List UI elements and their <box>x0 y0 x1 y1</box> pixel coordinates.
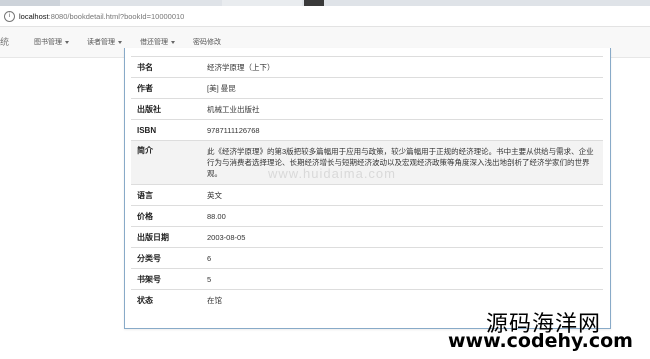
watermark-site-url: www.codehy.com <box>448 330 633 352</box>
nav-label: 借还管理 <box>140 39 168 46</box>
detail-row-author: 作者 [美] 曼昆 <box>131 77 603 99</box>
chevron-down-icon <box>171 40 175 44</box>
detail-row-language: 语言 英文 <box>131 184 603 206</box>
row-value: 5 <box>201 268 603 290</box>
address-bar[interactable]: i localhost:8080/bookdetail.html?bookId=… <box>0 6 650 27</box>
row-value: 英文 <box>201 184 603 206</box>
row-value: [美] 曼昆 <box>201 77 603 99</box>
row-label: 出版日期 <box>131 226 201 248</box>
detail-row-publish-date: 出版日期 2003-08-05 <box>131 226 603 248</box>
url-host: localhost <box>19 11 49 21</box>
nav-change-password[interactable]: 密码修改 <box>193 37 221 47</box>
detail-row-isbn: ISBN 9787111126768 <box>131 119 603 141</box>
nav-label: 读者管理 <box>87 39 115 46</box>
row-value: 6 <box>201 247 603 269</box>
brand-title[interactable]: 统 <box>0 35 9 48</box>
row-label: 状态 <box>131 289 201 311</box>
row-value: 88.00 <box>201 205 603 227</box>
nav-label: 密码修改 <box>193 39 221 46</box>
book-detail-table: 书名 经济学原理（上下） 作者 [美] 曼昆 出版社 机械工业出版社 ISBN … <box>131 56 603 311</box>
nav-label: 图书管理 <box>34 39 62 46</box>
row-value: 此《经济学原理》的第3版把较多篇幅用于应用与政策，较少篇幅用于正规的经济理论。书… <box>201 140 603 185</box>
url-text[interactable]: localhost:8080/bookdetail.html?bookId=10… <box>19 12 184 21</box>
nav-borrow-management[interactable]: 借还管理 <box>140 37 175 47</box>
row-label: ISBN <box>131 119 201 141</box>
detail-row-title: 书名 经济学原理（上下） <box>131 56 603 78</box>
row-label: 价格 <box>131 205 201 227</box>
nav-book-management[interactable]: 图书管理 <box>34 37 69 47</box>
row-label: 出版社 <box>131 98 201 120</box>
row-label: 语言 <box>131 184 201 206</box>
row-label: 书架号 <box>131 268 201 290</box>
detail-row-shelf-number: 书架号 5 <box>131 268 603 290</box>
url-path: :8080/bookdetail.html?bookId=10000010 <box>48 11 185 21</box>
detail-row-publisher: 出版社 机械工业出版社 <box>131 98 603 120</box>
row-value: 2003-08-05 <box>201 226 603 248</box>
watermark-faint: www.huidaima.com <box>268 166 396 181</box>
row-value: 机械工业出版社 <box>201 98 603 120</box>
row-value: 9787111126768 <box>201 119 603 141</box>
detail-row-class-number: 分类号 6 <box>131 247 603 269</box>
detail-row-price: 价格 88.00 <box>131 205 603 227</box>
chevron-down-icon <box>65 40 69 44</box>
row-label: 简介 <box>131 140 201 185</box>
row-label: 书名 <box>131 56 201 78</box>
row-label: 分类号 <box>131 247 201 269</box>
nav-reader-management[interactable]: 读者管理 <box>87 37 122 47</box>
chevron-down-icon <box>118 40 122 44</box>
row-label: 作者 <box>131 77 201 99</box>
info-icon[interactable]: i <box>4 10 15 22</box>
row-value: 经济学原理（上下） <box>201 56 603 78</box>
book-detail-panel: 书名 经济学原理（上下） 作者 [美] 曼昆 出版社 机械工业出版社 ISBN … <box>124 48 611 329</box>
